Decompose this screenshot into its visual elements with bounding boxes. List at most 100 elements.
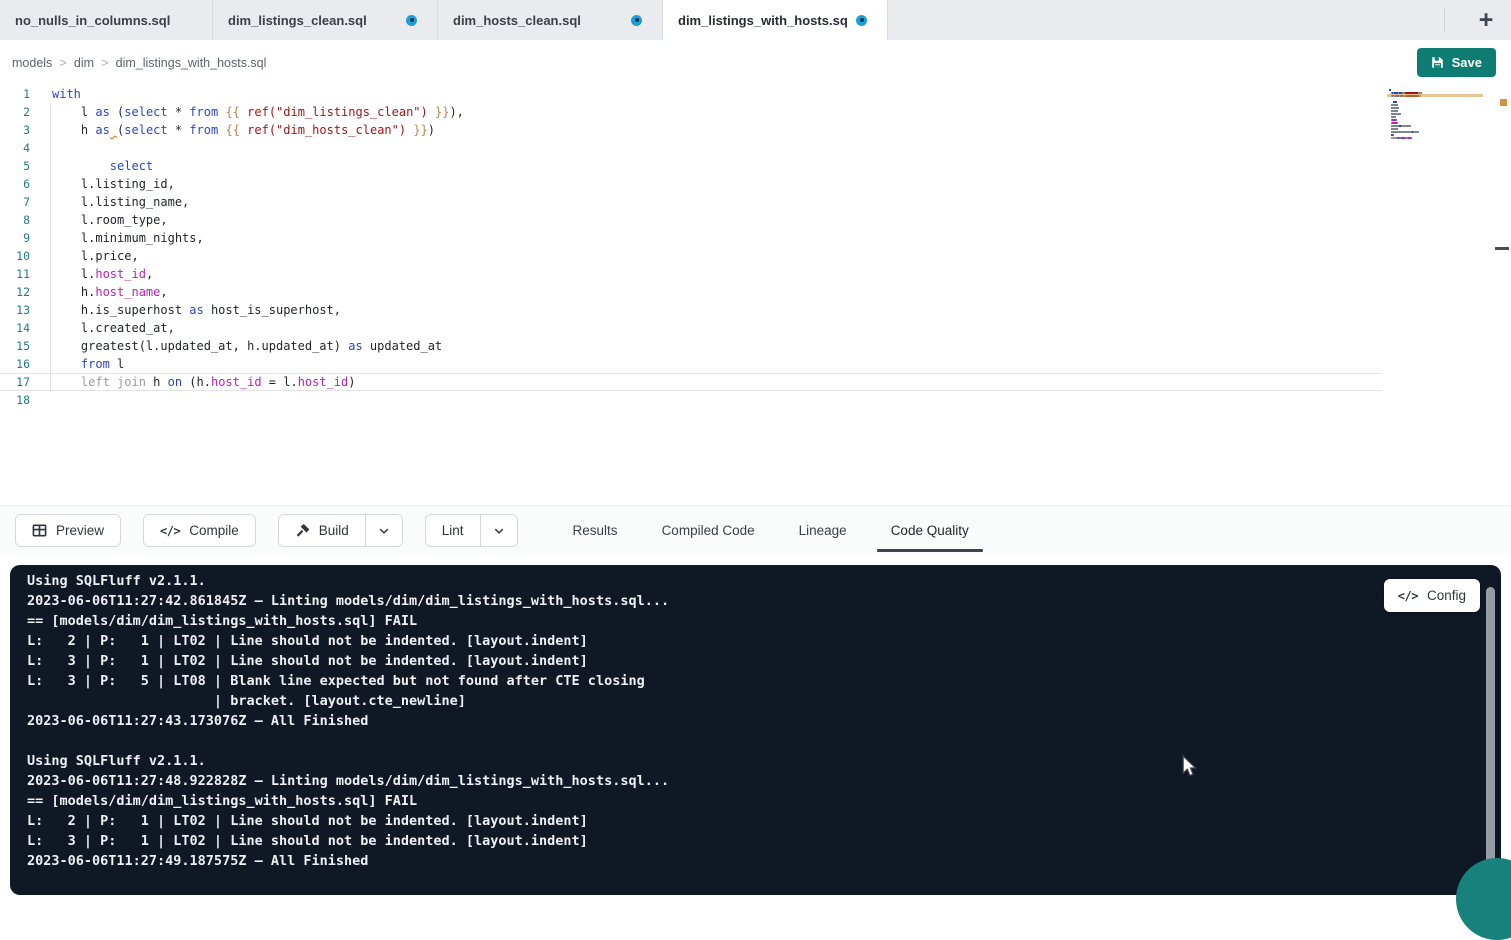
file-tabs: no_nulls_in_columns.sql dim_listings_clea…: [0, 0, 888, 40]
code-line-7[interactable]: 7 l.listing_name,: [0, 193, 1382, 211]
tab-code-quality[interactable]: Code Quality: [891, 506, 969, 555]
code-line-12[interactable]: 12 h.host_name,: [0, 283, 1382, 301]
minimap-warning-band: [1387, 94, 1483, 97]
code-line-5[interactable]: 5 select: [0, 157, 1382, 175]
editor-header: models>dim>dim_listings_with_hosts.sql S…: [0, 40, 1511, 85]
code-text: l.listing_name,: [30, 193, 189, 211]
line-number: 11: [0, 265, 30, 283]
table-icon: [32, 523, 47, 538]
file-tab-dim_listings_clean.sql[interactable]: dim_listings_clean.sql: [213, 0, 438, 40]
code-text: from l: [30, 355, 124, 373]
code-line-18[interactable]: 18: [0, 391, 1382, 409]
terminal-output: Using SQLFluff v2.1.1. 2023-06-06T11:27:…: [27, 571, 669, 871]
chevron-down-icon: [493, 525, 505, 537]
build-button[interactable]: Build: [279, 515, 365, 546]
tab-bar-divider: [1444, 7, 1445, 33]
tab-lineage[interactable]: Lineage: [799, 506, 847, 555]
breadcrumb-item-dim[interactable]: dim: [74, 56, 94, 70]
code-text: h.is_superhost as host_is_superhost,: [30, 301, 341, 319]
code-editor[interactable]: 1with2 l as (select * from {{ ref("dim_l…: [0, 85, 1511, 505]
line-number: 3: [0, 121, 30, 139]
compile-button-group: </>Compile: [143, 514, 256, 547]
scrollbar-warning-marker: [1500, 99, 1507, 106]
line-number: 18: [0, 391, 30, 409]
tab-results[interactable]: Results: [573, 506, 618, 555]
compile-button[interactable]: </>Compile: [144, 515, 255, 546]
line-number: 12: [0, 283, 30, 301]
unsaved-dot-icon[interactable]: [406, 15, 417, 26]
build-button-label: Build: [319, 523, 349, 538]
new-tab-button[interactable]: +: [1469, 3, 1503, 37]
breadcrumb-item-models[interactable]: models: [12, 56, 52, 70]
line-number: 10: [0, 247, 30, 265]
line-number: 16: [0, 355, 30, 373]
code-icon: </>: [160, 524, 180, 538]
code-line-2[interactable]: 2 l as (select * from {{ ref("dim_listin…: [0, 103, 1382, 121]
file-tab-no_nulls_in_columns.sql[interactable]: no_nulls_in_columns.sql: [0, 0, 213, 40]
breadcrumb-separator-icon: >: [59, 55, 67, 70]
code-icon: </>: [1398, 589, 1418, 603]
code-text: left join h on (h.host_id = l.host_id): [30, 373, 356, 391]
file-tab-dim_listings_with_hosts.sql[interactable]: dim_listings_with_hosts.sql: [663, 0, 888, 40]
unsaved-dot-icon[interactable]: [856, 15, 867, 26]
tab-bar: no_nulls_in_columns.sql dim_listings_clea…: [0, 0, 1511, 40]
save-button-label: Save: [1452, 55, 1482, 70]
build-dropdown-button[interactable]: [365, 515, 402, 546]
unsaved-dot-icon[interactable]: [631, 15, 642, 26]
file-tab-label: no_nulls_in_columns.sql: [15, 13, 170, 28]
line-number: 6: [0, 175, 30, 193]
code-text: select: [30, 157, 153, 175]
line-number: 8: [0, 211, 30, 229]
save-button[interactable]: Save: [1417, 48, 1496, 77]
terminal-panel: Using SQLFluff v2.1.1. 2023-06-06T11:27:…: [10, 565, 1501, 895]
line-number: 4: [0, 139, 30, 157]
line-number: 17: [0, 373, 30, 391]
terminal-scrollbar[interactable]: [1486, 587, 1495, 869]
config-button-label: Config: [1427, 588, 1466, 603]
code-line-11[interactable]: 11 l.host_id,: [0, 265, 1382, 283]
code-text: [30, 391, 52, 409]
lint-dropdown-button[interactable]: [480, 515, 517, 546]
code-text: h as (select * from {{ ref("dim_hosts_cl…: [30, 121, 435, 139]
code-line-6[interactable]: 6 l.listing_id,: [0, 175, 1382, 193]
code-line-17[interactable]: 17 left join h on (h.host_id = l.host_id…: [0, 373, 1382, 391]
breadcrumb-item-dim_listings_with_hosts.sql[interactable]: dim_listings_with_hosts.sql: [116, 56, 267, 70]
code-text: h.host_name,: [30, 283, 168, 301]
code-text: l.created_at,: [30, 319, 175, 337]
action-buttons: Preview </>Compile Build Lint: [15, 514, 518, 547]
lint-button-group: Lint: [425, 514, 518, 547]
tab-compiled-code[interactable]: Compiled Code: [662, 506, 755, 555]
code-text: l.minimum_nights,: [30, 229, 204, 247]
line-number: 5: [0, 157, 30, 175]
scrollbar-cursor-marker: [1495, 247, 1509, 250]
code-line-16[interactable]: 16 from l: [0, 355, 1382, 373]
code-text: greatest(l.updated_at, h.updated_at) as …: [30, 337, 442, 355]
code-line-1[interactable]: 1with: [0, 85, 1382, 103]
line-number: 1: [0, 85, 30, 103]
lint-button[interactable]: Lint: [426, 515, 480, 546]
code-lines: 1with2 l as (select * from {{ ref("dim_l…: [0, 85, 1382, 409]
breadcrumb: models>dim>dim_listings_with_hosts.sql: [12, 55, 266, 70]
code-line-13[interactable]: 13 h.is_superhost as host_is_superhost,: [0, 301, 1382, 319]
code-text: l.listing_id,: [30, 175, 175, 193]
file-tab-dim_hosts_clean.sql[interactable]: dim_hosts_clean.sql: [438, 0, 663, 40]
code-line-9[interactable]: 9 l.minimum_nights,: [0, 229, 1382, 247]
lint-button-label: Lint: [442, 523, 464, 538]
code-text: [30, 139, 52, 157]
file-tab-label: dim_listings_clean.sql: [228, 13, 367, 28]
hammer-icon: [295, 523, 310, 538]
floppy-disk-icon: [1431, 56, 1444, 69]
code-text: l.price,: [30, 247, 139, 265]
line-number: 9: [0, 229, 30, 247]
preview-button[interactable]: Preview: [16, 515, 120, 546]
code-line-14[interactable]: 14 l.created_at,: [0, 319, 1382, 337]
code-line-4[interactable]: 4: [0, 139, 1382, 157]
config-button[interactable]: </> Config: [1384, 579, 1480, 612]
code-line-10[interactable]: 10 l.price,: [0, 247, 1382, 265]
code-line-8[interactable]: 8 l.room_type,: [0, 211, 1382, 229]
file-tab-label: dim_hosts_clean.sql: [453, 13, 581, 28]
code-line-3[interactable]: 3 h as (select * from {{ ref("dim_hosts_…: [0, 121, 1382, 139]
preview-button-group: Preview: [15, 514, 121, 547]
minimap[interactable]: [1389, 89, 1481, 143]
code-line-15[interactable]: 15 greatest(l.updated_at, h.updated_at) …: [0, 337, 1382, 355]
